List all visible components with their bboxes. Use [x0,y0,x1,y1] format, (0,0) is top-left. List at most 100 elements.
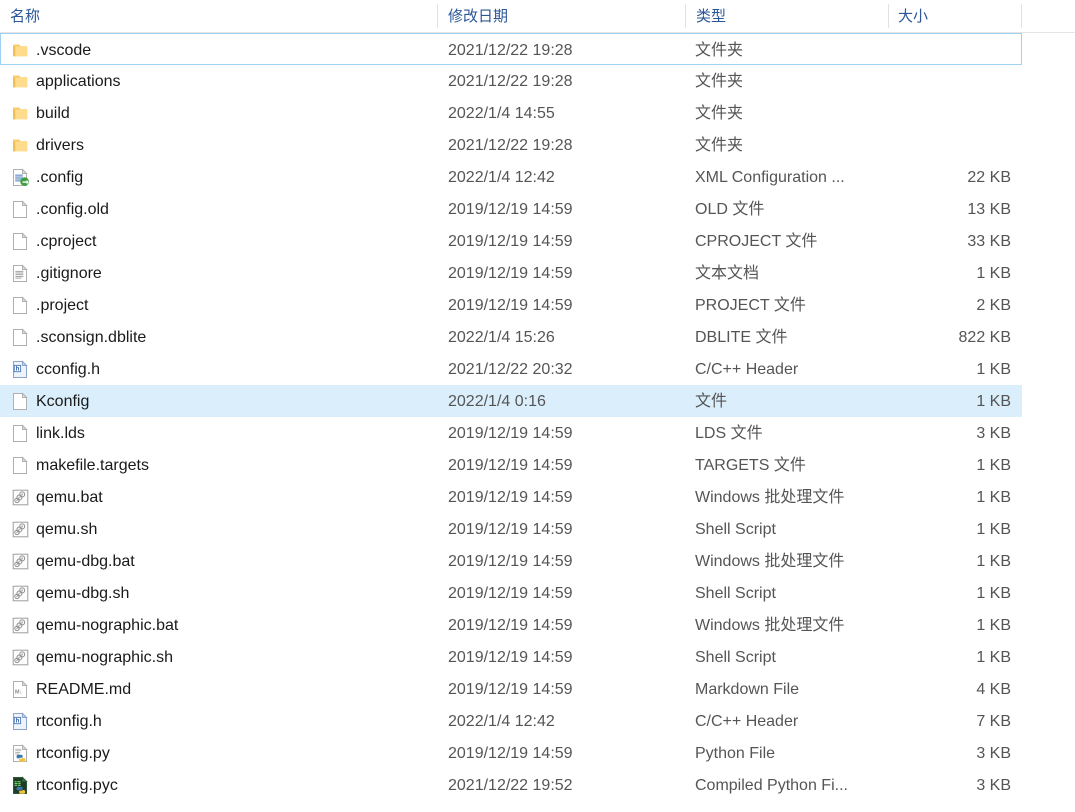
file-size-cell: 1 KB [976,521,1011,538]
file-row[interactable]: qemu-nographic.bat 2019/12/19 14:59 Window… [0,609,1022,641]
file-row[interactable]: .cproject 2019/12/19 14:59 CPROJECT 文件 33 K… [0,225,1022,257]
file-type-cell: 文本文档 [695,265,760,282]
file-type-cell: Compiled Python Fi... [695,777,848,794]
blank-file-icon [11,200,30,219]
file-row[interactable]: .project 2019/12/19 14:59 PROJECT 文件 2 KB [0,289,1022,321]
column-divider-type-size[interactable] [888,4,889,28]
file-type-cell: CPROJECT 文件 [695,233,818,250]
file-date-modified-cell: 2019/12/19 14:59 [448,297,573,314]
file-date-modified-cell: 2019/12/19 14:59 [448,585,573,602]
file-name-cell: rtconfig.py [36,745,110,762]
file-row[interactable]: M↓ README.md 2019/12/19 14:59 Markdown File… [0,673,1022,705]
file-row[interactable]: link.lds 2019/12/19 14:59 LDS 文件 3 KB [0,417,1022,449]
file-row[interactable]: qemu.bat 2019/12/19 14:59 Windows 批处理文件 1 K… [0,481,1022,513]
column-divider-name-date[interactable] [437,4,438,28]
python-file-icon [11,744,30,763]
file-row[interactable]: qemu.sh 2019/12/19 14:59 Shell Script 1 KB [0,513,1022,545]
file-type-cell: Shell Script [695,585,776,602]
file-type-cell: TARGETS 文件 [695,457,806,474]
file-size-cell: 3 KB [976,745,1011,762]
file-name-cell: .cproject [36,233,97,250]
file-size-cell [898,129,1011,161]
script-file-icon [11,648,30,667]
file-size-cell: 7 KB [976,713,1011,730]
script-file-icon [11,520,30,539]
file-date-modified-cell: 2019/12/19 14:59 [448,201,573,218]
file-size-cell: 13 KB [967,201,1011,218]
svg-text:h: h [16,718,20,724]
file-date-modified-cell: 2022/1/4 14:55 [448,105,555,122]
file-row[interactable]: h cconfig.h 2021/12/22 20:32 C/C++ Header 1 … [0,353,1022,385]
file-row[interactable]: h rtconfig.h 2022/1/4 12:42 C/C++ Header 7 K… [0,705,1022,737]
file-size-cell: 1 KB [976,393,1011,410]
markdown-file-icon: M↓ [11,680,30,699]
file-name-cell: qemu.sh [36,521,98,538]
column-divider-size-end[interactable] [1021,4,1022,28]
file-date-modified-cell: 2021/12/22 19:28 [448,42,573,59]
file-type-cell: XML Configuration ... [695,169,845,186]
column-divider-date-type[interactable] [685,4,686,28]
file-type-cell: LDS 文件 [695,425,763,442]
file-date-modified-cell: 2019/12/19 14:59 [448,457,573,474]
file-name-cell: applications [36,73,121,90]
file-name-cell: qemu.bat [36,489,103,506]
file-row[interactable]: rtconfig.py 2019/12/19 14:59 Python File 3 … [0,737,1022,769]
file-row[interactable]: qemu-dbg.bat 2019/12/19 14:59 Windows 批处理文… [0,545,1022,577]
file-row[interactable]: .gitignore 2019/12/19 14:59 文本文档 1 KB [0,257,1022,289]
file-name-cell: .vscode [36,42,92,59]
svg-text:M↓: M↓ [15,689,22,695]
file-size-cell: 1 KB [976,361,1011,378]
file-row[interactable]: rtconfig.pyc 2021/12/22 19:52 Compiled Pyt… [0,769,1022,801]
file-row[interactable]: drivers 2021/12/22 19:28 文件夹 [0,129,1022,161]
file-size-cell [898,97,1011,129]
file-date-modified-cell: 2022/1/4 12:42 [448,169,555,186]
script-file-icon [11,488,30,507]
file-row[interactable]: .vscode 2021/12/22 19:28 文件夹 [0,33,1022,65]
file-name-cell: qemu-dbg.bat [36,553,135,570]
file-date-modified-cell: 2019/12/19 14:59 [448,681,573,698]
blank-file-icon [11,232,30,251]
file-row[interactable]: Kconfig 2022/1/4 0:16 文件 1 KB [0,385,1022,417]
file-date-modified-cell: 2019/12/19 14:59 [448,425,573,442]
file-type-cell: Shell Script [695,521,776,538]
file-size-cell: 1 KB [976,585,1011,602]
file-row[interactable]: qemu-nographic.sh 2019/12/19 14:59 Shell S… [0,641,1022,673]
file-size-cell: 1 KB [976,457,1011,474]
file-type-cell: Python File [695,745,776,762]
column-header-size[interactable]: 大小 [898,0,1008,32]
file-size-cell: 1 KB [976,265,1011,282]
file-name-cell: .config [36,169,84,186]
file-size-cell: 1 KB [976,649,1011,666]
file-name-cell: .gitignore [36,265,102,282]
file-name-cell: qemu-nographic.sh [36,649,173,666]
file-date-modified-cell: 2019/12/19 14:59 [448,233,573,250]
file-explorer-details-view: 名称 修改日期 类型 大小 .vscode 2021/12/22 19:28 文件夹… [0,0,1075,812]
svg-text:h: h [16,366,20,372]
file-row[interactable]: applications 2021/12/22 19:28 文件夹 [0,65,1022,97]
file-row[interactable]: build 2022/1/4 14:55 文件夹 [0,97,1022,129]
text-file-icon [11,264,30,283]
file-type-cell: Shell Script [695,649,776,666]
file-type-cell: 文件夹 [695,42,744,59]
file-name-cell: README.md [36,681,132,698]
file-date-modified-cell: 2019/12/19 14:59 [448,553,573,570]
column-header-date-modified[interactable]: 修改日期 [448,0,678,32]
file-row[interactable]: qemu-dbg.sh 2019/12/19 14:59 Shell Script 1… [0,577,1022,609]
file-date-modified-cell: 2021/12/22 19:28 [448,73,573,90]
file-row[interactable]: .sconsign.dblite 2022/1/4 15:26 DBLITE 文件 8… [0,321,1022,353]
file-type-cell: C/C++ Header [695,713,799,730]
file-list: .vscode 2021/12/22 19:28 文件夹 applications 20… [0,33,1075,801]
file-size-cell [898,65,1011,97]
file-size-cell: 1 KB [976,489,1011,506]
header-file-icon: h [11,712,30,731]
file-size-cell: 33 KB [967,233,1011,250]
python-compiled-file-icon [11,776,30,795]
file-row[interactable]: .config 2022/1/4 12:42 XML Configuration .… [0,161,1022,193]
file-row[interactable]: makefile.targets 2019/12/19 14:59 TARGETS … [0,449,1022,481]
file-name-cell: cconfig.h [36,361,101,378]
file-row[interactable]: .config.old 2019/12/19 14:59 OLD 文件 13 KB [0,193,1022,225]
column-header-type[interactable]: 类型 [696,0,876,32]
file-name-cell: rtconfig.h [36,713,102,730]
file-date-modified-cell: 2019/12/19 14:59 [448,745,573,762]
column-header-name[interactable]: 名称 [10,0,430,32]
